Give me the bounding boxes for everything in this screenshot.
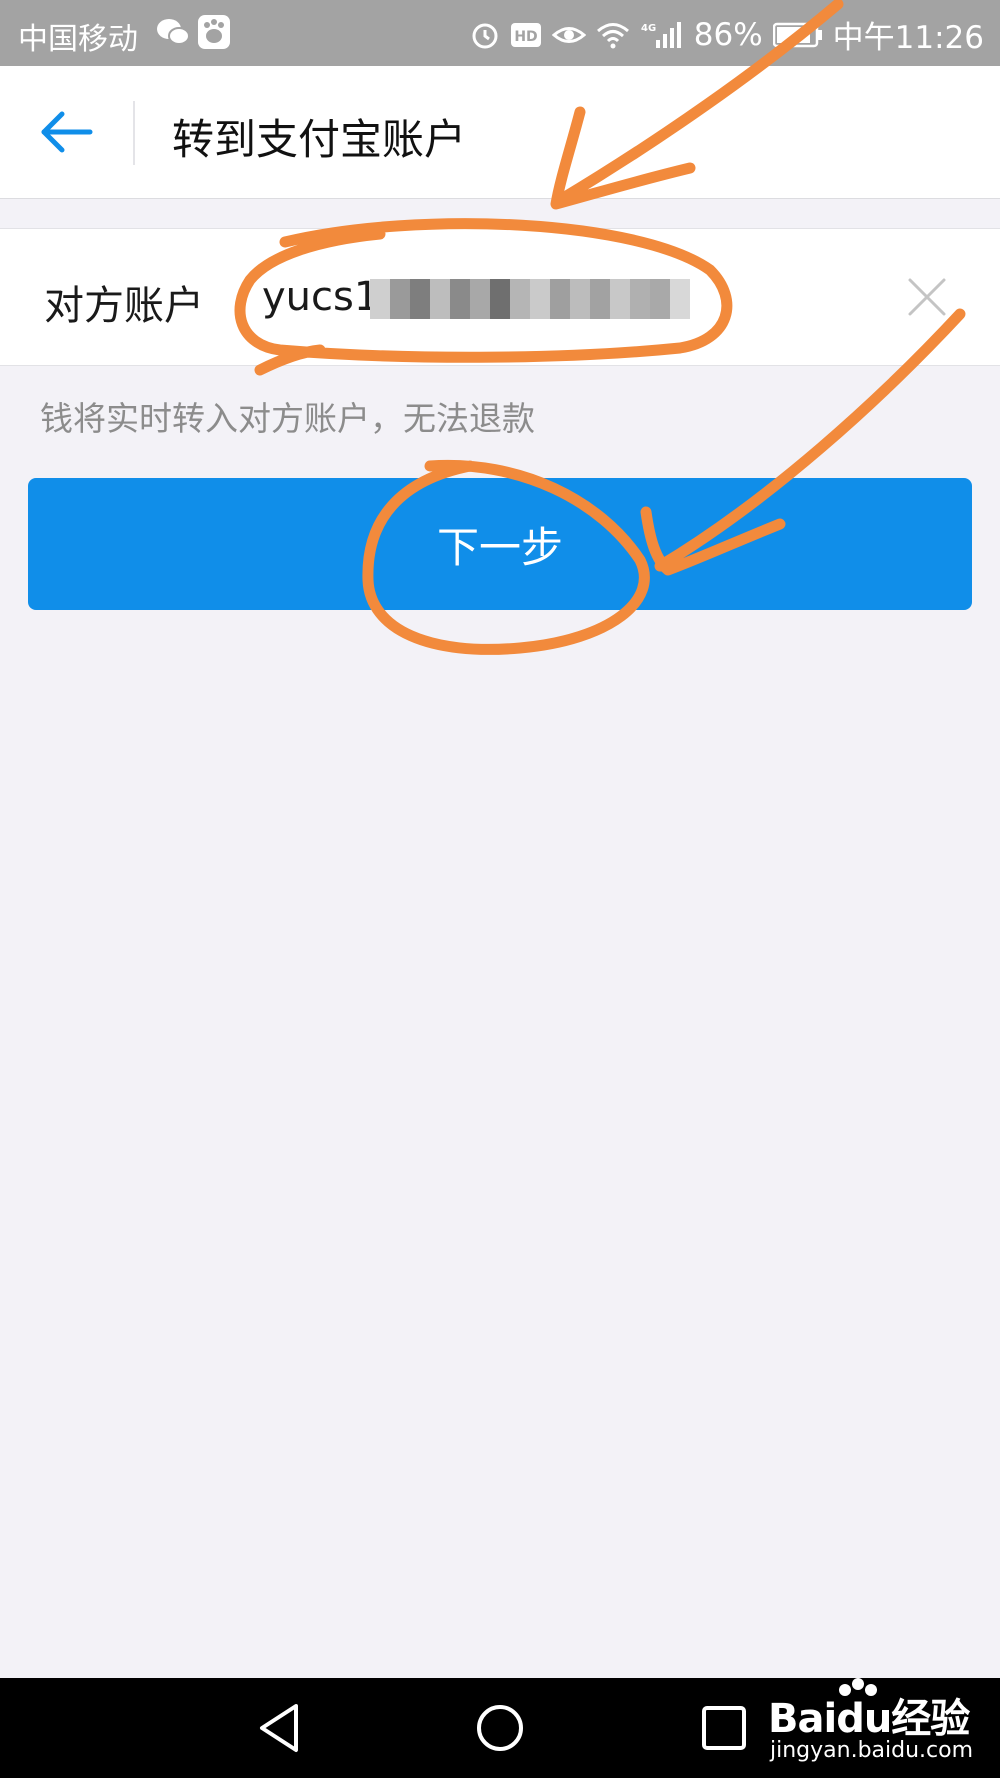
watermark-domain: jingyan.baidu.com bbox=[770, 1738, 974, 1763]
nav-back-button[interactable] bbox=[252, 1700, 312, 1756]
arrow-left-icon bbox=[41, 111, 93, 153]
hd-icon: HD bbox=[510, 22, 541, 47]
home-circle-icon bbox=[477, 1705, 523, 1751]
page-title: 转到支付宝账户 bbox=[172, 115, 467, 164]
carrier-name: 中国移动 bbox=[18, 22, 138, 57]
svg-text:HD: HD bbox=[514, 29, 537, 45]
account-label: 对方账户 bbox=[44, 283, 204, 329]
status-icons: HD 4G 86% 中午11:26 bbox=[470, 12, 984, 57]
alarm-icon bbox=[472, 23, 498, 48]
baidu-watermark: Baidu经验 jingyan.baidu.com bbox=[760, 1672, 1000, 1778]
app-header: 转到支付宝账户 bbox=[0, 66, 1000, 199]
wifi-icon bbox=[596, 22, 629, 48]
chat-icon bbox=[157, 19, 190, 45]
4g-signal-icon: 4G bbox=[641, 21, 681, 48]
clock-time: 中午11:26 bbox=[832, 20, 984, 56]
battery-icon bbox=[772, 22, 822, 47]
recents-square-icon bbox=[702, 1706, 746, 1750]
back-button[interactable] bbox=[34, 102, 100, 162]
next-step-button[interactable]: 下一步 bbox=[28, 478, 972, 610]
back-triangle-icon bbox=[260, 1704, 298, 1752]
close-icon bbox=[908, 278, 946, 316]
status-bar: 中国移动 HD 4G 86% 中午11:26 bbox=[0, 0, 1000, 66]
header-divider bbox=[133, 101, 135, 165]
watermark-brand: Baidu经验 bbox=[768, 1696, 970, 1742]
battery-percent: 86% bbox=[693, 16, 763, 53]
eye-icon bbox=[551, 26, 586, 43]
account-row: 对方账户 bbox=[0, 228, 1000, 366]
svg-text:4G: 4G bbox=[641, 23, 656, 34]
pixelated-redaction bbox=[370, 279, 690, 319]
refund-notice: 钱将实时转入对方账户，无法退款 bbox=[40, 399, 535, 438]
paw-icon bbox=[198, 15, 230, 49]
nav-recents-button[interactable] bbox=[694, 1700, 754, 1756]
clear-button[interactable] bbox=[906, 276, 948, 318]
nav-home-button[interactable] bbox=[470, 1700, 530, 1756]
